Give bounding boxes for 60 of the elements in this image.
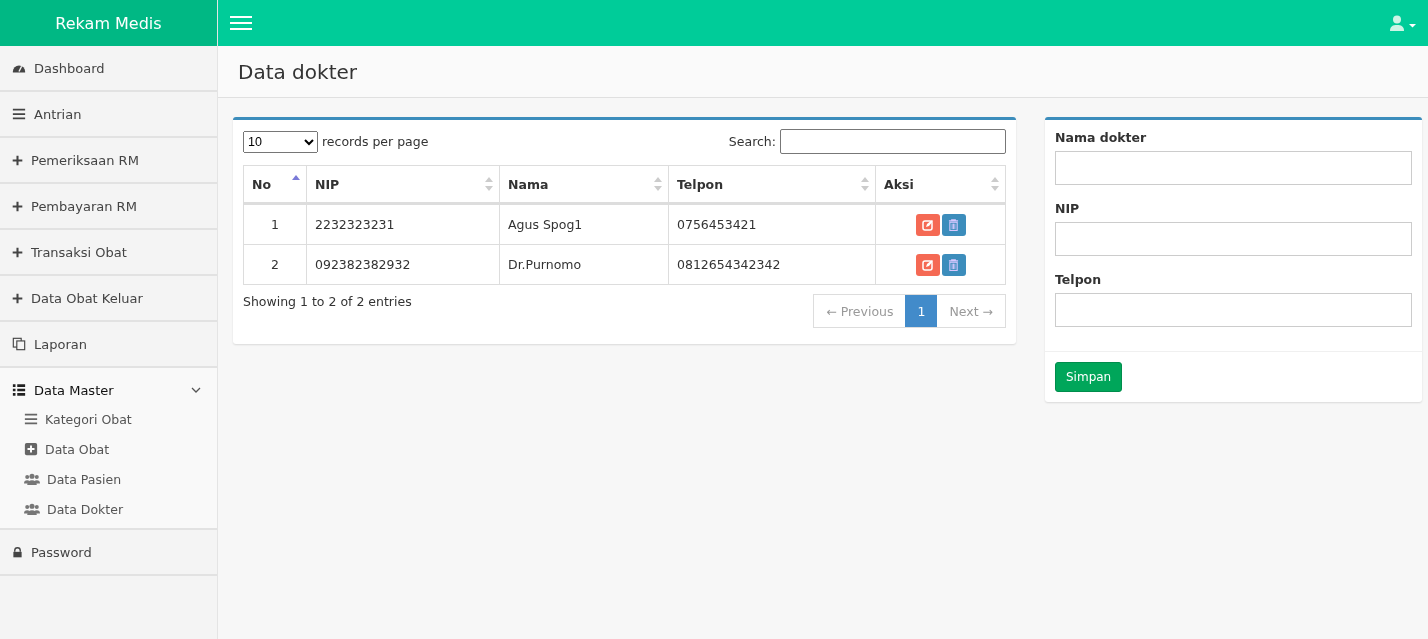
search-field[interactable] bbox=[780, 129, 1006, 154]
column-header[interactable]: Telpon bbox=[668, 165, 876, 204]
page-button[interactable]: 1 bbox=[905, 295, 938, 327]
sidebar-item[interactable]: Pemeriksaan RM bbox=[0, 138, 217, 182]
page-size-select[interactable]: 10 bbox=[243, 130, 318, 153]
table-cell: Dr.Purnomo bbox=[499, 244, 669, 285]
input-field[interactable] bbox=[1055, 293, 1412, 327]
table-cell: Agus Spog1 bbox=[499, 203, 669, 245]
menu-icon bbox=[12, 107, 26, 121]
plus-icon bbox=[12, 246, 23, 258]
sidebar-subitem[interactable]: Data Obat bbox=[0, 434, 217, 464]
edit-button[interactable] bbox=[915, 213, 940, 236]
plus-square-icon bbox=[24, 442, 38, 456]
field-label: Telpon bbox=[1055, 272, 1103, 287]
delete-button[interactable] bbox=[941, 253, 966, 276]
sidebar-item[interactable]: Transaksi Obat bbox=[0, 230, 217, 274]
sidebar-item[interactable]: Pembayaran RM bbox=[0, 184, 217, 228]
trash-icon bbox=[948, 218, 959, 231]
edit-icon bbox=[921, 258, 934, 271]
table-cell: 0756453421 bbox=[668, 203, 876, 245]
plus-icon bbox=[12, 292, 23, 304]
plus-icon bbox=[12, 154, 23, 166]
sidebar-item[interactable]: Password bbox=[0, 530, 217, 574]
copy-icon bbox=[12, 337, 26, 351]
table-cell: 2232323231 bbox=[306, 203, 500, 245]
table-cell: 0812654342342 bbox=[668, 244, 876, 285]
table-cell: 1 bbox=[243, 203, 307, 245]
table-cell: 2 bbox=[243, 244, 307, 285]
search-label: Search: bbox=[728, 134, 776, 149]
table-cell: 092382382932 bbox=[306, 244, 500, 285]
input-field[interactable] bbox=[1055, 151, 1412, 185]
menu-toggle-button[interactable] bbox=[230, 15, 252, 31]
sidebar-item[interactable]: Dashboard bbox=[0, 46, 217, 90]
sidebar-item[interactable]: Antrian bbox=[0, 92, 217, 136]
users-icon bbox=[24, 472, 40, 486]
edit-icon bbox=[921, 218, 934, 231]
sidebar-item[interactable]: Data Obat Keluar bbox=[0, 276, 217, 320]
delete-button[interactable] bbox=[941, 213, 966, 236]
page-size-label: records per page bbox=[322, 134, 429, 149]
chevron-icon bbox=[191, 387, 201, 393]
sidebar-subitem[interactable]: Data Pasien bbox=[0, 464, 217, 494]
list-icon bbox=[12, 383, 26, 397]
sidebar-item[interactable]: Laporan bbox=[0, 322, 217, 366]
menu-icon bbox=[24, 412, 38, 426]
users-icon bbox=[24, 502, 40, 516]
column-header[interactable]: NIP bbox=[306, 165, 500, 204]
table-info: Showing 1 to 2 of 2 entries bbox=[243, 294, 412, 309]
page-title: Data dokter bbox=[238, 59, 357, 84]
user-menu-button[interactable] bbox=[1390, 15, 1416, 31]
sidebar-subitem[interactable]: Data Dokter bbox=[0, 494, 217, 524]
field-label: Nama dokter bbox=[1055, 130, 1148, 145]
column-header[interactable]: Aksi bbox=[875, 165, 1006, 204]
column-header[interactable]: Nama bbox=[499, 165, 669, 204]
field-label: NIP bbox=[1055, 201, 1081, 216]
plus-icon bbox=[12, 200, 23, 212]
lock-icon bbox=[12, 546, 23, 558]
input-field[interactable] bbox=[1055, 222, 1412, 256]
trash-icon bbox=[948, 258, 959, 271]
column-header[interactable]: No bbox=[243, 165, 307, 204]
edit-button[interactable] bbox=[915, 253, 940, 276]
